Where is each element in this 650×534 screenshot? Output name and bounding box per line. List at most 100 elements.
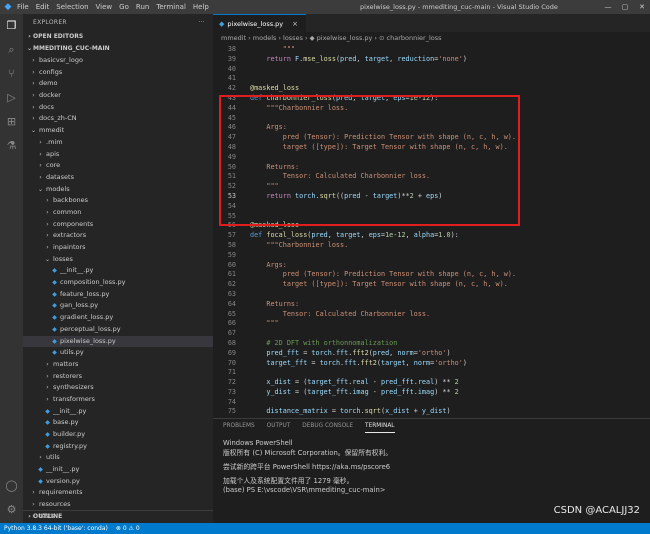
explorer-icon[interactable]: ❐ (3, 18, 20, 34)
tree-folder[interactable]: › transformers (23, 394, 213, 406)
breadcrumb-item[interactable]: losses (283, 34, 303, 42)
workspace-root-section[interactable]: ⌄MMEDITING_CUC-MAIN (23, 43, 213, 55)
tab-terminal[interactable]: TERMINAL (365, 419, 395, 433)
minimize-button[interactable]: — (600, 0, 616, 14)
tree-file[interactable]: ◆ composition_loss.py (23, 277, 213, 289)
menu-view[interactable]: View (96, 3, 113, 11)
tree-file[interactable]: ◆ feature_loss.py (23, 289, 213, 301)
tree-folder[interactable]: › backbones (23, 195, 213, 207)
search-icon[interactable]: ⌕ (3, 42, 20, 58)
terminal-output[interactable]: Windows PowerShell 版权所有 (C) Microsoft Cor… (213, 433, 650, 496)
outline-section[interactable]: › OUTLINE (23, 510, 213, 523)
code-line: 53 return torch.sqrt((pred - target)**2 … (213, 192, 650, 202)
tree-file[interactable]: ◆ __init__.py (23, 265, 213, 277)
more-actions-icon[interactable]: ··· (198, 14, 205, 31)
tree-file[interactable]: ◆ base.py (23, 417, 213, 429)
source-control-icon[interactable]: ⑂ (3, 66, 20, 82)
run-debug-icon[interactable]: ▷ (3, 90, 20, 106)
tree-label: losses (53, 254, 73, 263)
code-line: 50 Returns: (213, 163, 650, 173)
tree-folder[interactable]: ⌄ mmedit (23, 125, 213, 137)
tree-folder[interactable]: › datasets (23, 172, 213, 184)
tree-folder[interactable]: › demo (23, 78, 213, 90)
chevron-right-icon: › (374, 34, 378, 42)
tree-folder[interactable]: › mattors (23, 359, 213, 371)
code-token: , (352, 93, 361, 102)
tree-folder[interactable]: › restorers (23, 371, 213, 383)
tree-folder[interactable]: › docker (23, 90, 213, 102)
tree-folder[interactable]: › docs_zh-CN (23, 113, 213, 125)
menu-go[interactable]: Go (119, 3, 129, 11)
python-file-icon: ◆ (52, 349, 57, 357)
breadcrumb-item[interactable]: mmedit (221, 34, 246, 42)
tree-folder[interactable]: › utils (23, 452, 213, 464)
tree-folder[interactable]: › docs (23, 102, 213, 114)
open-editors-section[interactable]: › OPEN EDITORS (23, 31, 213, 43)
tree-folder[interactable]: › extractors (23, 230, 213, 242)
tab-debug-console[interactable]: DEBUG CONSOLE (302, 419, 353, 433)
code-token: imag (417, 387, 435, 396)
menu-edit[interactable]: Edit (36, 3, 50, 11)
tree-folder[interactable]: ⌄ models (23, 184, 213, 196)
tree-folder[interactable]: ⌄ losses (23, 254, 213, 266)
close-window-button[interactable]: ✕ (634, 0, 650, 14)
code-line: 51 Tensor: Calculated Charbonnier loss. (213, 172, 650, 182)
tree-file[interactable]: ◆ builder.py (23, 429, 213, 441)
tree-folder[interactable]: › common (23, 207, 213, 219)
code-token: , (405, 231, 414, 240)
close-tab-icon[interactable]: × (292, 15, 298, 33)
tab-problems[interactable]: PROBLEMS (223, 419, 255, 433)
tree-file[interactable]: ◆ __init__.py (23, 406, 213, 418)
account-icon[interactable]: ◯ (3, 478, 20, 494)
tree-label: utils (46, 453, 60, 462)
tree-file[interactable]: ◆ gradient_loss.py (23, 312, 213, 324)
tree-folder[interactable]: › core (23, 160, 213, 172)
breadcrumb-item[interactable]: models (253, 34, 277, 42)
code-token: torch (340, 407, 361, 416)
tree-label: version.py (46, 476, 80, 485)
menu-run[interactable]: Run (136, 3, 149, 11)
problems-status[interactable]: ⊗ 0 ⚠ 0 (116, 523, 140, 534)
extensions-icon[interactable]: ⊞ (3, 114, 20, 130)
tree-folder[interactable]: › .mim (23, 137, 213, 149)
tree-file[interactable]: ◆ perceptual_loss.py (23, 324, 213, 336)
menu-selection[interactable]: Selection (56, 3, 88, 11)
tree-file[interactable]: ◆ __init__.py (23, 464, 213, 476)
tab-pixelwise-loss[interactable]: ◆ pixelwise_loss.py × (213, 14, 307, 33)
settings-gear-icon[interactable]: ⚙ (3, 502, 20, 518)
code-editor[interactable]: 38 """ 39 return F.mse_loss(pred, target,… (213, 45, 650, 418)
tree-folder[interactable]: › basicvsr_logo (23, 55, 213, 67)
tree-file[interactable]: ◆ version.py (23, 476, 213, 488)
breadcrumb-item[interactable]: pixelwise_loss.py (317, 34, 373, 42)
tree-file[interactable]: ◆ pixelwise_loss.py (23, 335, 213, 348)
line-number: 39 (227, 54, 236, 63)
tree-folder[interactable]: › apis (23, 149, 213, 161)
tree-folder[interactable]: › configs (23, 67, 213, 79)
terminal-line: (base) PS E:\vscode\VSR\mmediting_cuc-ma… (223, 486, 386, 494)
code-line: 48 target ([type]): Target Tensor with s… (213, 143, 650, 153)
tree-file[interactable]: ◆ registry.py (23, 441, 213, 453)
code-token: pred_fft (380, 378, 414, 387)
menu-help[interactable]: Help (193, 3, 209, 11)
tree-folder[interactable]: › inpaintors (23, 242, 213, 254)
menu-file[interactable]: File (17, 3, 29, 11)
editor-tabs: ◆ pixelwise_loss.py × (213, 14, 650, 32)
tree-file[interactable]: ◆ gan_loss.py (23, 300, 213, 312)
line-number: 50 (227, 162, 236, 171)
tree-folder[interactable]: › requirements (23, 487, 213, 499)
chevron-down-icon: ⌄ (37, 185, 44, 193)
tree-folder[interactable]: › components (23, 219, 213, 231)
code-line: 60 Args: (213, 261, 650, 271)
code-token: - (368, 378, 381, 387)
chevron-right-icon: › (46, 208, 49, 216)
line-number: 52 (227, 182, 236, 191)
tree-folder[interactable]: › synthesizers (23, 382, 213, 394)
code-token: target (380, 358, 406, 367)
breadcrumb-item[interactable]: charbonnier_loss (387, 34, 442, 42)
menu-terminal[interactable]: Terminal (156, 3, 186, 11)
tab-output[interactable]: OUTPUT (267, 419, 291, 433)
test-flask-icon[interactable]: ⚗ (3, 138, 20, 154)
python-interpreter-status[interactable]: Python 3.8.3 64-bit ('base': conda) (4, 523, 108, 534)
tree-file[interactable]: ◆ utils.py (23, 347, 213, 359)
maximize-button[interactable]: ▢ (617, 0, 633, 14)
